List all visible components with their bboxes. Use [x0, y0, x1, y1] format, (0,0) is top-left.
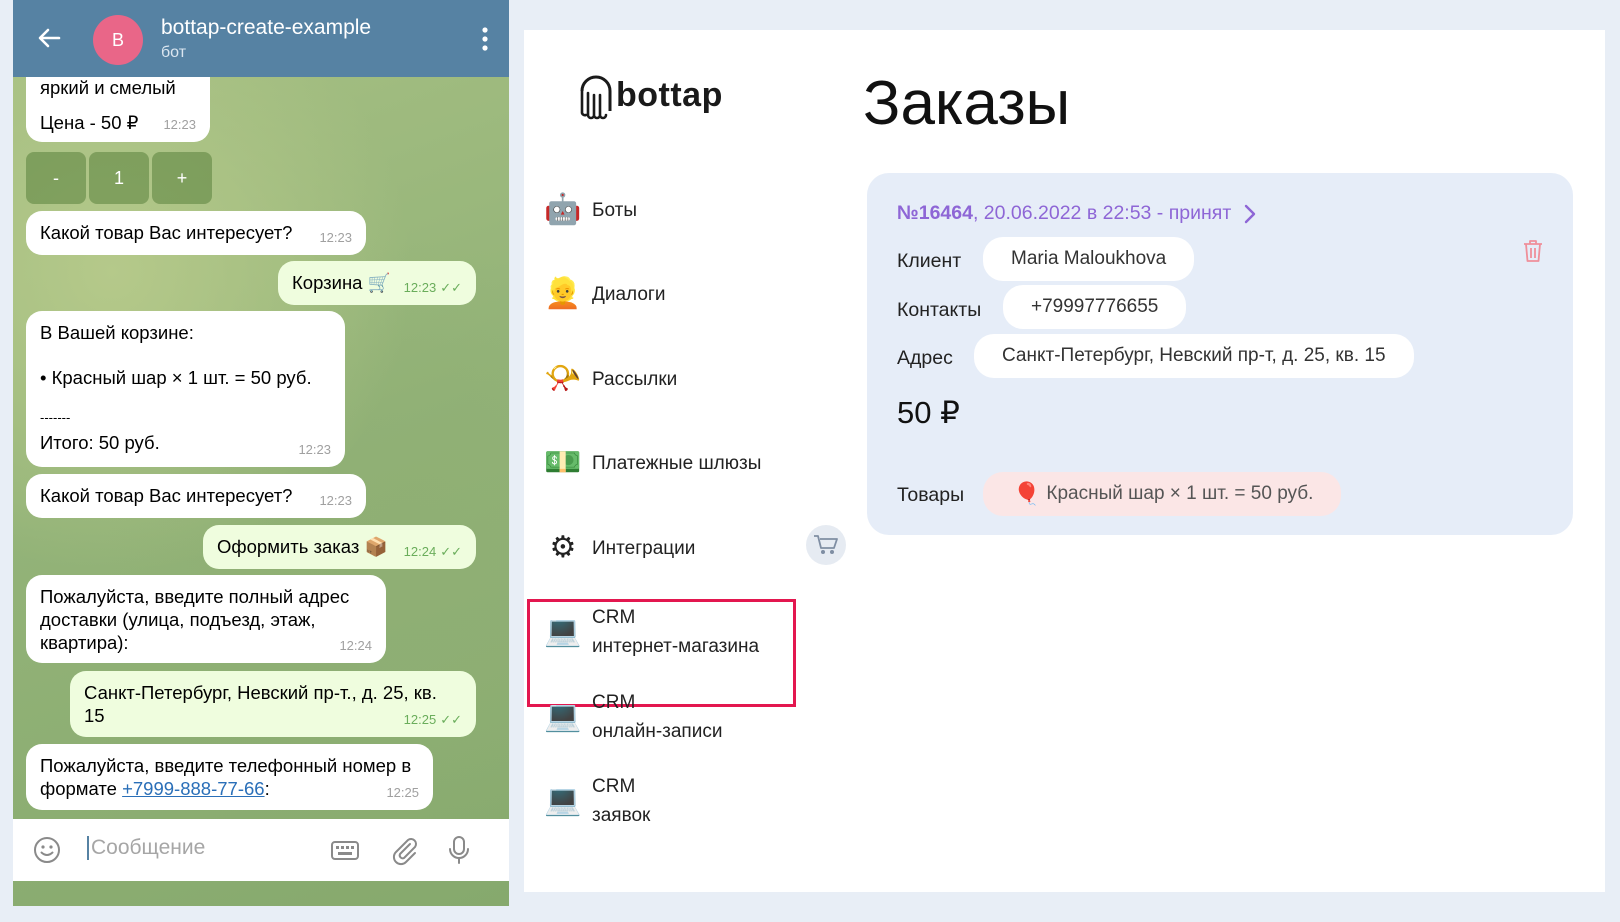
keyboard-minus-button[interactable]: - [26, 152, 86, 204]
message-question: Какой товар Вас интересует? 12:23 [26, 474, 366, 518]
message-phone-prompt: Пожалуйста, введите телефонный номер в ф… [26, 744, 433, 810]
back-arrow-icon[interactable] [33, 22, 65, 54]
address-label: Адрес [897, 347, 953, 369]
order-number: №16464 [897, 202, 973, 224]
laptop-icon: 💻 [544, 699, 582, 734]
money-icon: 💵 [544, 445, 582, 480]
message-question: Какой товар Вас интересует? 12:23 [26, 211, 366, 255]
message-cart-content: В Вашей корзине: • Красный шар × 1 шт. =… [26, 311, 345, 467]
message-text: яркий и смелый [40, 77, 176, 98]
message-time: 12:23 [163, 117, 196, 132]
message-text: ------- [40, 410, 71, 425]
message-address-answer: Санкт-Петербург, Невский пр-т., д. 25, к… [70, 671, 476, 737]
message-text: Пожалуйста, введите полный адрес доставк… [40, 586, 350, 653]
order-header-link[interactable]: №16464 , 20.06.2022 в 22:53 - принят [897, 202, 1257, 225]
nav-item-label: Интеграции [592, 537, 696, 559]
gear-icon: ⚙ [549, 530, 577, 565]
nav-item-label: Платежные шлюзы [592, 452, 762, 474]
cart-glyph-icon [814, 535, 838, 554]
address-value: Санкт-Петербург, Невский пр-т, д. 25, кв… [974, 334, 1414, 378]
client-value: Maria Maloukhova [983, 237, 1195, 281]
emoji-icon[interactable] [31, 834, 63, 866]
nav-item-integrations[interactable]: ⚙ Интеграции [544, 529, 696, 567]
page-title: Заказы [863, 69, 1071, 138]
octopus-logo-icon [580, 75, 612, 120]
keyboard-icon[interactable] [329, 834, 361, 866]
message-text: • Красный шар × 1 шт. = 50 руб. [40, 367, 312, 388]
attach-icon[interactable] [388, 834, 420, 866]
bottap-logo[interactable]: bottap [578, 69, 723, 121]
message-text: Какой товар Вас интересует? [40, 485, 293, 506]
telegram-chat-panel: B bottap-create-example бот яркий и смел… [13, 0, 509, 906]
message-text: Санкт-Петербург, Невский пр-т., д. 25, к… [84, 682, 437, 726]
logo-text: bottap [616, 75, 723, 114]
message-text: Оформить заказ 📦 [217, 536, 388, 557]
message-composer: Сообщение [13, 819, 509, 881]
chevron-right-icon [1245, 204, 1256, 223]
admin-panel: bottap Заказы 🤖 Боты 👱 Диалоги 📯 Рассылк… [524, 30, 1605, 892]
keyboard-quantity-button[interactable]: 1 [89, 152, 149, 204]
nav-item-label: онлайн-записи [592, 721, 723, 742]
goods-label: Товары [897, 484, 965, 506]
chat-title[interactable]: bottap-create-example [161, 16, 371, 40]
message-time: 12:24 [339, 638, 372, 653]
microphone-icon[interactable] [443, 834, 475, 866]
phone-link[interactable]: +7999-888-77-66 [122, 778, 264, 799]
message-address-prompt: Пожалуйста, введите полный адрес доставк… [26, 575, 386, 663]
message-cart: Корзина 🛒 12:23 ✓✓ [278, 261, 476, 305]
order-details: , 20.06.2022 в 22:53 - принят [972, 202, 1232, 224]
client-label: Клиент [897, 250, 962, 272]
horn-icon: 📯 [544, 361, 582, 396]
message-time: 12:25 [386, 785, 419, 800]
chat-header: B bottap-create-example бот [13, 0, 509, 77]
message-text: В Вашей корзине: [40, 322, 194, 343]
nav-item-label: Рассылки [592, 368, 678, 390]
nav-item-bots[interactable]: 🤖 Боты [544, 191, 637, 229]
message-time: 12:23 [319, 230, 352, 245]
message-time: 12:23 ✓✓ [403, 280, 462, 295]
message-time: 12:23 [298, 442, 331, 457]
person-icon: 👱 [544, 276, 582, 311]
nav-item-crm-requests[interactable]: 💻 CRM заявок [544, 772, 650, 830]
order-price: 50 ₽ [897, 395, 960, 430]
nav-item-label: Боты [592, 199, 637, 221]
nav-item-label: заявок [592, 805, 651, 826]
goods-item: 🎈 Красный шар × 1 шт. = 50 руб. [983, 472, 1342, 516]
laptop-icon: 💻 [544, 783, 582, 818]
message-text: Корзина 🛒 [292, 272, 391, 293]
message-time: 12:23 [319, 493, 352, 508]
message-text: Какой товар Вас интересует? [40, 222, 293, 243]
contacts-label: Контакты [897, 299, 982, 321]
message-time: 12:25 ✓✓ [403, 712, 462, 727]
message-checkout: Оформить заказ 📦 12:24 ✓✓ [203, 525, 476, 569]
nav-item-payment-gateways[interactable]: 💵 Платежные шлюзы [544, 444, 761, 482]
nav-item-label: CRM [592, 692, 636, 713]
message-input[interactable]: Сообщение [87, 836, 205, 860]
robot-icon: 🤖 [544, 192, 582, 227]
trash-icon[interactable] [1521, 238, 1545, 264]
chat-avatar[interactable]: B [93, 15, 143, 65]
nav-item-label: Диалоги [592, 283, 666, 305]
goods-item-label: Красный шар × 1 шт. = 50 руб. [1046, 483, 1314, 504]
nav-item-label: CRM [592, 776, 636, 797]
message-time: 12:24 ✓✓ [403, 544, 462, 559]
nav-item-crm-booking[interactable]: 💻 CRM онлайн-записи [544, 688, 722, 746]
nav-item-mailings[interactable]: 📯 Рассылки [544, 360, 677, 398]
more-menu-icon[interactable] [481, 26, 489, 52]
nav-item-dialogs[interactable]: 👱 Диалоги [544, 275, 665, 313]
balloon-icon: 🎈 [1013, 481, 1041, 506]
message-text: Пожалуйста, введите телефонный номер в ф… [40, 755, 412, 799]
nav-item-label-group: CRM онлайн-записи [592, 688, 722, 746]
contacts-value: +79997776655 [1003, 285, 1187, 329]
nav-item-label-group: CRM заявок [592, 772, 650, 830]
cart-icon[interactable] [806, 525, 846, 565]
order-card: №16464 , 20.06.2022 в 22:53 - принят Кли… [867, 173, 1573, 535]
chat-subtitle: бот [161, 44, 187, 61]
keyboard-plus-button[interactable]: + [152, 152, 212, 204]
message-text: Итого: 50 руб. [40, 432, 160, 453]
